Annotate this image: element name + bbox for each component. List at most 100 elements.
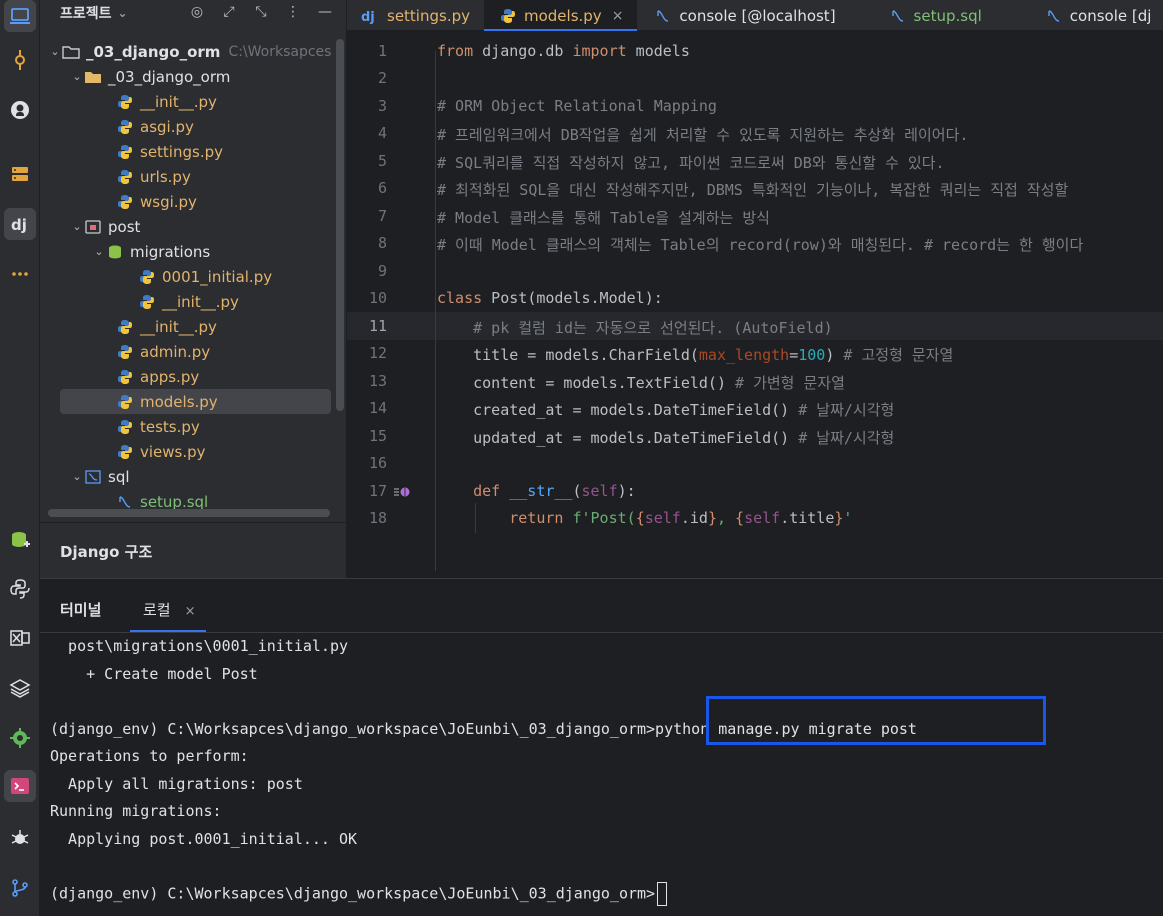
git-branch-icon[interactable] xyxy=(4,872,36,904)
code-line-14: created_at = models.DateTimeField() # 날짜… xyxy=(437,401,895,419)
svg-text:dj: dj xyxy=(11,216,27,234)
tree-item-label: _03_django_orm xyxy=(108,67,231,86)
terminal-output-line: + Create model Post xyxy=(50,665,258,683)
tree-item-label: sql xyxy=(108,467,130,486)
tree-item-file[interactable]: urls.py xyxy=(40,164,336,189)
tree-item-folder[interactable]: ⌄ post xyxy=(40,214,336,239)
tab-settings[interactable]: dj settings.py xyxy=(347,0,484,31)
tree-item-file[interactable]: __init__.py xyxy=(40,314,336,339)
tab-terminal-local[interactable]: 로컬 × xyxy=(143,599,196,620)
project-vertical-scrollbar[interactable] xyxy=(336,39,344,411)
python-file-icon xyxy=(116,143,134,161)
tree-item-file[interactable]: tests.py xyxy=(40,414,336,439)
tree-item-folder[interactable]: ⌄ migrations xyxy=(40,239,336,264)
python-file-icon xyxy=(116,93,134,111)
services-icon[interactable] xyxy=(4,158,36,190)
expand-icon[interactable]: ⤢ xyxy=(220,3,238,21)
chevron-down-icon[interactable]: ⌄ xyxy=(70,70,84,83)
override-method-icon[interactable] xyxy=(393,483,411,501)
collapse-icon[interactable]: ⤡ xyxy=(252,3,270,21)
excel-icon[interactable] xyxy=(4,622,36,654)
tree-item-file[interactable]: asgi.py xyxy=(40,114,336,139)
more-icon[interactable] xyxy=(4,258,36,290)
tree-item-label: __init__.py xyxy=(140,92,217,111)
tab-label: console [dj xyxy=(1069,6,1152,25)
terminal-icon[interactable] xyxy=(4,770,36,802)
editor-tabs: dj settings.py models.py × console [@loc… xyxy=(347,0,1163,31)
line-number: 9 xyxy=(377,262,387,280)
code-line-11: # pk 컬럼 id는 자동으로 선언된다. (AutoField) xyxy=(437,319,833,337)
line-number: 6 xyxy=(377,179,387,197)
tab-setup-sql[interactable]: setup.sql xyxy=(850,0,996,31)
line-number: 8 xyxy=(377,234,387,252)
tab-models[interactable]: models.py × xyxy=(483,0,638,31)
tree-item-file[interactable]: apps.py xyxy=(40,364,336,389)
tree-item-file[interactable]: __init__.py xyxy=(40,89,336,114)
project-title: 프로젝트 xyxy=(60,6,112,22)
chevron-down-icon[interactable]: ⌄ xyxy=(70,470,84,483)
code-line-12: title = models.CharField(max_length=100)… xyxy=(437,346,954,364)
tree-item-file[interactable]: __init__.py xyxy=(40,289,336,314)
line-number: 12 xyxy=(368,344,387,362)
django-icon[interactable]: dj xyxy=(4,208,36,240)
line-number: 1 xyxy=(377,42,387,60)
python-file-icon xyxy=(116,343,134,361)
tree-item-file[interactable]: views.py xyxy=(40,439,336,464)
close-icon[interactable]: × xyxy=(612,8,624,24)
code-line-4: # 프레임워크에서 DB작업을 쉽게 처리할 수 있도록 지원하는 추상화 레이… xyxy=(437,126,969,144)
laptop-icon[interactable] xyxy=(4,0,36,32)
terminal-prompt: (django_env) C:\Worksapces\django_worksp… xyxy=(50,884,656,903)
tab-console-localhost[interactable]: console [@localhost] xyxy=(637,0,849,31)
tree-item-root[interactable]: ⌄ _03_django_orm C:\Worksapces xyxy=(40,39,336,64)
tree-item-file[interactable]: admin.py xyxy=(40,339,336,364)
commit-icon[interactable] xyxy=(4,44,36,76)
code-editor[interactable]: 1 2 3 4 5 6 7 8 9 10 11 12 13 14 15 16 1… xyxy=(347,31,1163,578)
tree-item-label: apps.py xyxy=(140,367,200,386)
terminal-prompt-line[interactable]: (django_env) C:\Worksapces\django_worksp… xyxy=(50,882,668,906)
python-file-icon xyxy=(116,118,134,136)
tree-item-file-selected[interactable]: models.py xyxy=(60,389,331,414)
chevron-down-icon[interactable]: ⌄ xyxy=(70,220,84,233)
command-highlight-box xyxy=(706,696,1046,745)
python-console-icon[interactable] xyxy=(4,573,36,605)
project-horizontal-scrollbar[interactable] xyxy=(48,509,330,517)
django-structure-title[interactable]: Django 구조 xyxy=(60,541,152,562)
code-line-1: from django.db import models xyxy=(437,42,690,60)
python-file-icon xyxy=(116,368,134,386)
tree-item-label: _03_django_orm xyxy=(86,42,221,61)
tab-console-dj[interactable]: console [dj xyxy=(996,0,1163,31)
tree-item-file[interactable]: wsgi.py xyxy=(40,189,336,214)
tree-item-file[interactable]: settings.py xyxy=(40,139,336,164)
debug-icon[interactable] xyxy=(4,822,36,854)
python-file-icon xyxy=(116,443,134,461)
github-icon[interactable] xyxy=(4,94,36,126)
chevron-down-icon[interactable]: ⌄ xyxy=(48,45,62,58)
options-icon[interactable]: ⋮ xyxy=(284,3,302,21)
tree-item-folder[interactable]: ⌄ _03_django_orm xyxy=(40,64,336,89)
terminal-title: 터미널 xyxy=(60,601,102,619)
terminal-output-line: Running migrations: xyxy=(50,802,222,820)
folder-icon xyxy=(84,68,102,86)
tree-item-label: post xyxy=(108,217,141,236)
python-file-icon xyxy=(138,268,156,286)
tree-item-label: tests.py xyxy=(140,417,200,436)
terminal-output-line: Applying post.0001_initial... OK xyxy=(50,830,358,848)
layers-icon[interactable] xyxy=(4,672,36,704)
line-number: 11 xyxy=(368,317,387,335)
tree-item-label: urls.py xyxy=(140,167,191,186)
locate-icon[interactable]: ◎ xyxy=(188,3,206,21)
tree-item-label: 0001_initial.py xyxy=(162,267,273,286)
settings-icon[interactable] xyxy=(4,722,36,754)
tree-item-file[interactable]: 0001_initial.py xyxy=(40,264,336,289)
close-icon[interactable]: × xyxy=(185,604,196,619)
tree-item-label: wsgi.py xyxy=(140,192,197,211)
line-number: 3 xyxy=(377,97,387,115)
chevron-down-icon[interactable]: ⌄ xyxy=(92,245,106,258)
migrations-folder-icon xyxy=(106,243,124,261)
line-number: 13 xyxy=(368,372,387,390)
tree-item-folder[interactable]: ⌄ sql xyxy=(40,464,336,489)
chevron-down-icon[interactable]: ⌄ xyxy=(118,6,128,20)
hide-icon[interactable]: — xyxy=(316,3,334,21)
python-file-icon xyxy=(116,193,134,211)
database-add-icon[interactable] xyxy=(4,524,36,556)
